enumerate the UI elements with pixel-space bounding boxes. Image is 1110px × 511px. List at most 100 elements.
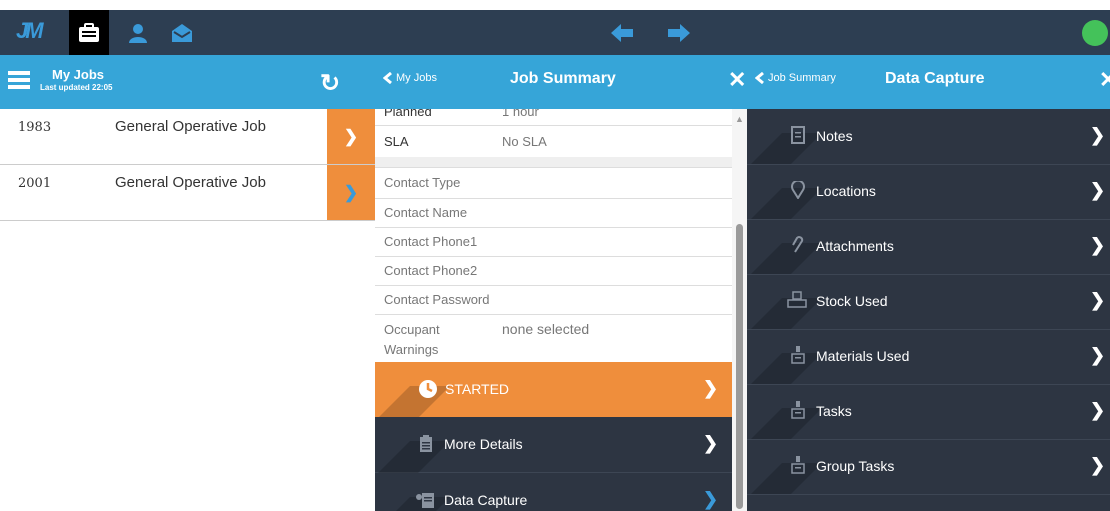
notes-icon xyxy=(791,126,805,144)
summary-scrollbar[interactable]: ▲ xyxy=(732,109,747,511)
summary-back-label: My Jobs xyxy=(396,72,437,84)
field-label: Contact Password xyxy=(384,292,490,307)
summary-row-sla: SLA No SLA xyxy=(375,126,732,158)
back-button[interactable] xyxy=(608,20,636,45)
summary-back-button[interactable]: My Jobs xyxy=(383,72,437,84)
capture-item-label: Attachments xyxy=(816,238,894,254)
summary-row-contact-phone1: Contact Phone1 xyxy=(375,228,732,257)
chevron-right-icon: ❯ xyxy=(703,433,719,453)
jobs-panel-header: My Jobs Last updated 22:05 ↻ xyxy=(0,55,375,109)
field-label: Contact Name xyxy=(384,205,468,220)
field-label: Contact Phone1 xyxy=(384,234,478,249)
summary-panel-title: Job Summary xyxy=(510,70,616,87)
chevron-right-icon: ❯ xyxy=(703,378,719,398)
job-status-label: STARTED xyxy=(445,381,510,397)
more-details-label: More Details xyxy=(444,436,523,452)
tab-jobs[interactable] xyxy=(69,10,109,55)
user-icon xyxy=(129,23,147,43)
chevron-right-icon: ❯ xyxy=(343,182,359,202)
list-item[interactable]: 2001 General Operative Job ❯ xyxy=(0,165,375,221)
capture-item-label: Stock Used xyxy=(816,293,888,309)
close-icon[interactable]: ✕ xyxy=(728,67,746,93)
scrollbar-thumb[interactable] xyxy=(736,224,743,509)
capture-item-group-tasks[interactable]: Group Tasks ❯ xyxy=(747,439,1110,495)
summary-row-contact-type: Contact Type xyxy=(375,168,732,199)
summary-row-contact-name: Contact Name xyxy=(375,199,732,228)
capture-panel-body: Notes ❯ Locations ❯ Attachments ❯ Stock … xyxy=(747,109,1110,511)
summary-row-contact-password: Contact Password xyxy=(375,286,732,315)
section-divider xyxy=(375,157,732,168)
more-details-button[interactable]: More Details ❯ xyxy=(375,417,732,479)
clipboard-icon xyxy=(420,435,432,452)
menu-icon[interactable] xyxy=(8,71,30,92)
job-status-button[interactable]: STARTED ❯ xyxy=(375,362,732,424)
capture-item-label: Tasks xyxy=(816,403,852,419)
tab-messages[interactable] xyxy=(162,10,202,55)
summary-panel-body: Planned 1 hour SLA No SLA Contact Type C… xyxy=(375,109,732,511)
top-toolbar-right xyxy=(375,10,1110,55)
capture-item-stock-used[interactable]: Stock Used ❯ xyxy=(747,274,1110,330)
jobs-panel-title: My Jobs xyxy=(52,67,105,82)
summary-row-occupant-warnings: Occupant Warnings none selected xyxy=(375,315,732,362)
open-job-button[interactable]: ❯ xyxy=(327,165,375,220)
chevron-right-icon: ❯ xyxy=(343,126,359,146)
close-icon[interactable]: ✕ xyxy=(1099,67,1110,93)
online-status-indicator xyxy=(1082,20,1108,46)
chevron-right-icon: ❯ xyxy=(703,489,719,509)
capture-back-button[interactable]: Job Summary xyxy=(755,72,836,84)
tab-profile[interactable] xyxy=(118,10,158,55)
group-tasks-icon xyxy=(791,456,805,474)
chevron-right-icon: ❯ xyxy=(1090,345,1106,365)
capture-item-attachments[interactable]: Attachments ❯ xyxy=(747,219,1110,275)
open-job-button[interactable]: ❯ xyxy=(327,109,375,164)
tasks-icon xyxy=(791,401,805,419)
job-title: General Operative Job xyxy=(115,118,266,135)
summary-row-contact-phone2: Contact Phone2 xyxy=(375,257,732,286)
chevron-right-icon: ❯ xyxy=(1090,455,1106,475)
refresh-icon[interactable]: ↻ xyxy=(320,69,340,98)
list-item[interactable]: 1983 General Operative Job ❯ xyxy=(0,109,375,165)
field-value: 1 hour xyxy=(502,109,539,119)
capture-item-label: Notes xyxy=(816,128,853,144)
capture-item-label: Materials Used xyxy=(816,348,910,364)
materials-icon xyxy=(791,346,805,364)
capture-item-label: Locations xyxy=(816,183,876,199)
capture-back-label: Job Summary xyxy=(768,72,836,84)
summary-row-planned: Planned 1 hour xyxy=(375,109,732,126)
field-label: Occupant Warnings xyxy=(384,322,440,357)
capture-panel-header: Job Summary Data Capture ✕ xyxy=(747,55,1110,109)
field-label: Contact Type xyxy=(384,175,461,190)
capture-item-label: Group Tasks xyxy=(816,458,895,474)
field-value: No SLA xyxy=(502,134,547,149)
summary-panel-header: My Jobs Job Summary ✕ xyxy=(375,55,747,109)
field-label: SLA xyxy=(384,134,409,149)
data-capture-button[interactable]: Data Capture ❯ xyxy=(375,473,732,511)
data-capture-icon xyxy=(416,493,434,508)
capture-item-notes[interactable]: Notes ❯ xyxy=(747,109,1110,165)
briefcase-icon xyxy=(79,22,99,42)
envelope-icon xyxy=(172,23,192,42)
chevron-left-icon xyxy=(755,72,764,84)
stock-icon xyxy=(787,291,807,308)
clock-icon xyxy=(419,380,437,398)
data-capture-label: Data Capture xyxy=(444,492,528,508)
field-label: Contact Phone2 xyxy=(384,263,478,278)
chevron-right-icon: ❯ xyxy=(1090,235,1106,255)
scroll-up-icon[interactable]: ▲ xyxy=(735,114,744,124)
chevron-left-icon xyxy=(383,72,392,84)
paperclip-icon xyxy=(792,236,804,253)
top-toolbar-left: JM xyxy=(0,10,375,55)
chevron-right-icon: ❯ xyxy=(1090,400,1106,420)
capture-item-materials-used[interactable]: Materials Used ❯ xyxy=(747,329,1110,385)
capture-item-tasks[interactable]: Tasks ❯ xyxy=(747,384,1110,440)
job-number: 1983 xyxy=(18,120,52,135)
forward-button[interactable] xyxy=(665,20,693,45)
last-updated-label: Last updated 22:05 xyxy=(40,83,113,92)
job-number: 2001 xyxy=(18,176,52,191)
capture-item-locations[interactable]: Locations ❯ xyxy=(747,164,1110,220)
arrow-right-icon xyxy=(668,23,690,42)
job-title: General Operative Job xyxy=(115,174,266,191)
arrow-left-icon xyxy=(611,23,633,42)
chevron-right-icon: ❯ xyxy=(1090,290,1106,310)
chevron-right-icon: ❯ xyxy=(1090,125,1106,145)
